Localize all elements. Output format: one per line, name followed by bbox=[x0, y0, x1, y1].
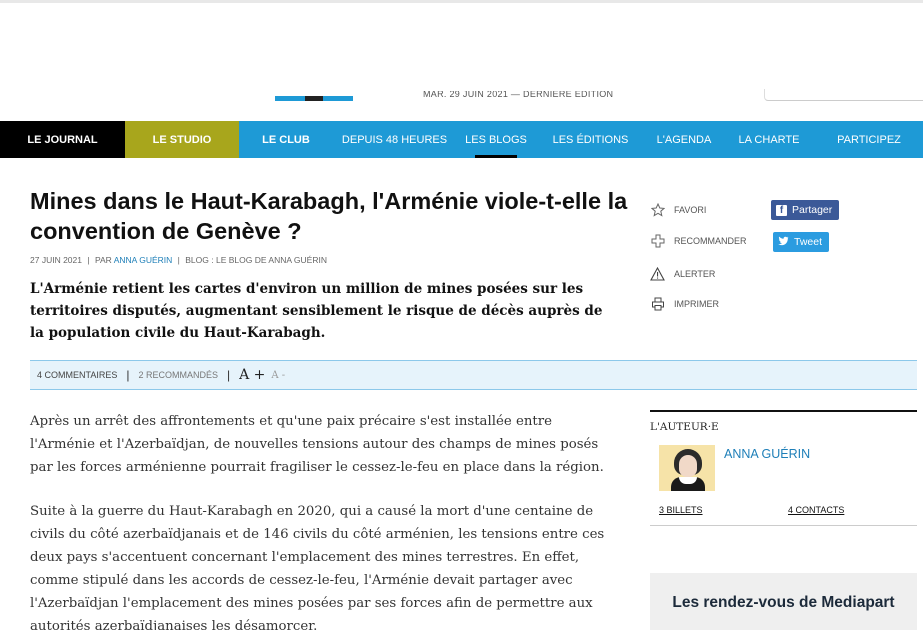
article-title: Mines dans le Haut-Karabagh, l'Arménie v… bbox=[30, 188, 628, 244]
contacts-link[interactable]: 4 CONTACTS bbox=[788, 505, 844, 515]
nav-item-club[interactable]: LE CLUB bbox=[239, 121, 333, 158]
site-logo[interactable] bbox=[275, 96, 353, 101]
main-nav: LE JOURNAL LE STUDIO LE CLUB DEPUIS 48 H… bbox=[0, 121, 923, 158]
author-name-link[interactable]: ANNA GUÉRIN bbox=[724, 447, 810, 461]
comments-link[interactable]: 4 COMMENTAIRES bbox=[30, 370, 117, 380]
imprimer-label: IMPRIMER bbox=[674, 298, 719, 309]
facebook-icon: f bbox=[776, 204, 787, 216]
nav-item-blogs[interactable]: LES BLOGS bbox=[456, 121, 536, 158]
article-toolbar: 4 COMMENTAIRES | 2 RECOMMANDÉS | A + A - bbox=[30, 360, 917, 390]
twitter-icon bbox=[778, 236, 789, 249]
warning-icon bbox=[650, 266, 665, 281]
imprimer-button[interactable]: IMPRIMER bbox=[650, 296, 719, 311]
nav-item-studio[interactable]: LE STUDIO bbox=[125, 121, 239, 158]
article-date: 27 JUIN 2021 bbox=[30, 255, 82, 265]
masthead: MAR. 29 JUIN 2021 — DERNIÈRE ÉDITION bbox=[0, 3, 923, 121]
twitter-share-button[interactable]: Tweet bbox=[773, 232, 830, 252]
favori-button[interactable]: FAVORI bbox=[650, 202, 706, 217]
twitter-share-label: Tweet bbox=[794, 236, 823, 248]
recommended-count[interactable]: 2 RECOMMANDÉS bbox=[138, 370, 218, 380]
nav-item-48h[interactable]: DEPUIS 48 HEURES bbox=[333, 121, 456, 158]
article-paragraph: Suite à la guerre du Haut-Karabagh en 20… bbox=[30, 504, 605, 630]
star-icon bbox=[650, 202, 665, 217]
nav-item-charte[interactable]: LA CHARTE bbox=[723, 121, 815, 158]
by-label: PAR bbox=[94, 255, 112, 265]
alerter-button[interactable]: ALERTER bbox=[650, 266, 715, 281]
facebook-share-button[interactable]: f Partager bbox=[771, 200, 840, 220]
facebook-share-label: Partager bbox=[792, 204, 833, 216]
nav-item-agenda[interactable]: L'AGENDA bbox=[645, 121, 723, 158]
author-link[interactable]: ANNA GUÉRIN bbox=[114, 255, 173, 265]
recommander-label: RECOMMANDER bbox=[674, 235, 747, 246]
alerter-label: ALERTER bbox=[674, 268, 716, 279]
rendez-vous-title: Les rendez-vous de Mediapart bbox=[672, 594, 895, 611]
author-heading: L'AUTEUR·E bbox=[650, 421, 719, 433]
plus-icon bbox=[650, 233, 665, 248]
rendez-vous-box: Les rendez-vous de Mediapart bbox=[650, 573, 917, 630]
nav-item-participez[interactable]: PARTICIPEZ bbox=[815, 121, 923, 158]
article-body: Après un arrêt des affrontements et qu'u… bbox=[30, 410, 620, 630]
blog-label: BLOG : bbox=[185, 255, 214, 265]
billets-link[interactable]: 3 BILLETS bbox=[659, 505, 703, 515]
recommander-button[interactable]: RECOMMANDER bbox=[650, 233, 747, 248]
article-meta: 27 JUIN 2021 | PAR ANNA GUÉRIN | BLOG : … bbox=[30, 255, 327, 265]
author-avatar[interactable] bbox=[659, 445, 715, 491]
search-input[interactable] bbox=[764, 89, 923, 101]
article-lead: L'Arménie retient les cartes d'environ u… bbox=[30, 281, 603, 341]
nav-item-journal[interactable]: LE JOURNAL bbox=[0, 121, 125, 158]
blog-link[interactable]: LE BLOG DE ANNA GUÉRIN bbox=[216, 255, 327, 265]
favori-label: FAVORI bbox=[674, 204, 707, 215]
font-bigger-button[interactable]: A + bbox=[239, 367, 265, 383]
nav-item-editions[interactable]: LES ÉDITIONS bbox=[536, 121, 645, 158]
author-box: L'AUTEUR·E ANNA GUÉRIN 3 BILLETS 4 CONTA… bbox=[650, 410, 917, 526]
article-paragraph: Après un arrêt des affrontements et qu'u… bbox=[30, 414, 604, 475]
printer-icon bbox=[650, 296, 665, 311]
font-smaller-button[interactable]: A - bbox=[271, 370, 285, 381]
edition-date: MAR. 29 JUIN 2021 — DERNIÈRE ÉDITION bbox=[423, 91, 614, 99]
